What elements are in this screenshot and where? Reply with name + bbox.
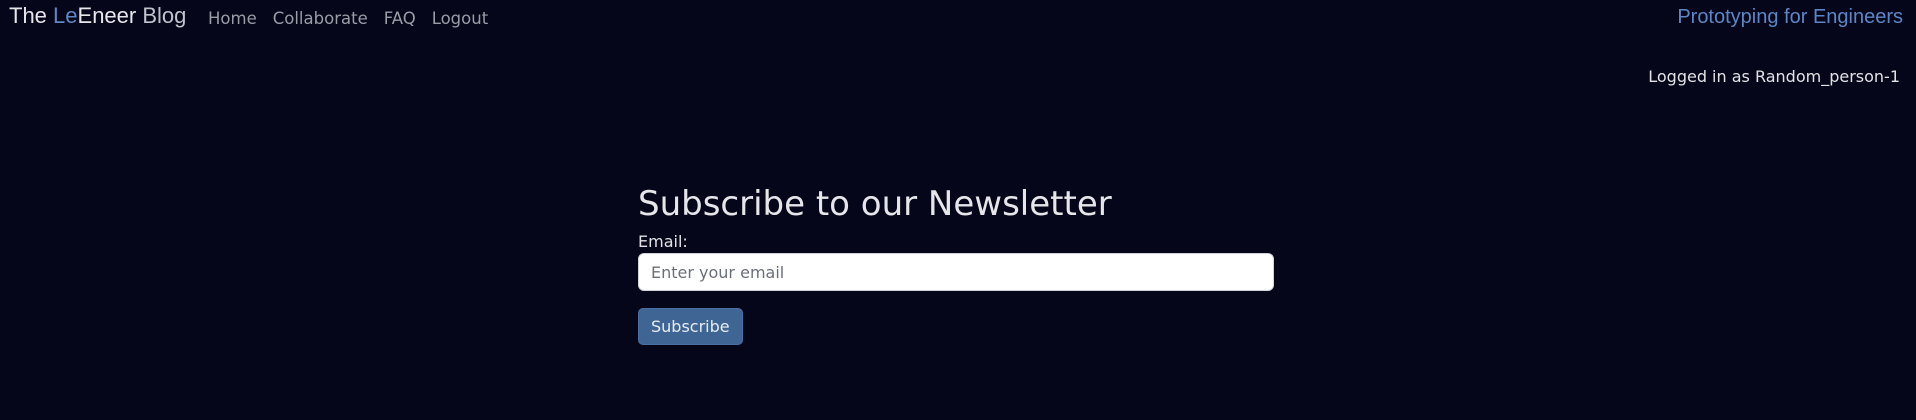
top-navbar: The LeEneer Blog Home Collaborate FAQ Lo… bbox=[0, 0, 1916, 40]
brand-text-eneer: Eneer bbox=[77, 3, 137, 28]
brand-text-blog: Blog bbox=[136, 3, 187, 28]
brand-text-le: Le bbox=[53, 3, 78, 28]
nav-link-faq[interactable]: FAQ bbox=[384, 9, 416, 28]
login-status: Logged in as Random_person-1 bbox=[1648, 67, 1900, 86]
email-field[interactable] bbox=[638, 253, 1274, 291]
site-tagline: Prototyping for Engineers bbox=[1677, 6, 1903, 28]
subscribe-button[interactable]: Subscribe bbox=[638, 308, 743, 345]
nav-link-logout[interactable]: Logout bbox=[432, 9, 489, 28]
nav-link-collaborate[interactable]: Collaborate bbox=[273, 9, 368, 28]
main-nav: Home Collaborate FAQ Logout bbox=[208, 9, 504, 28]
brand-logo-link[interactable]: The LeEneer Blog bbox=[9, 3, 186, 29]
newsletter-title: Subscribe to our Newsletter bbox=[638, 184, 1112, 224]
email-label: Email: bbox=[638, 232, 688, 251]
newsletter-form: Subscribe to our Newsletter Email: Subsc… bbox=[638, 180, 1274, 345]
brand-text-the: The bbox=[9, 3, 54, 28]
nav-link-home[interactable]: Home bbox=[208, 9, 257, 28]
